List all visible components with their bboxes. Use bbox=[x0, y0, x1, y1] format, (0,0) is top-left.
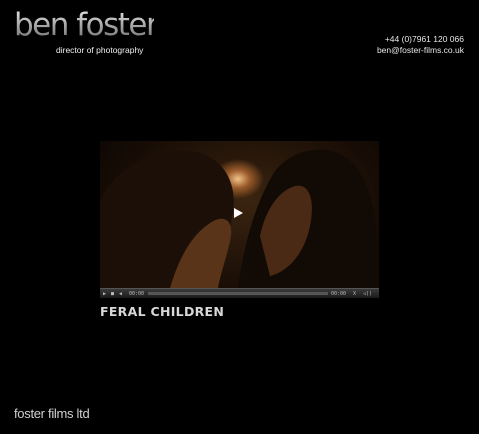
volume-icon[interactable]: ◁)) bbox=[363, 291, 372, 297]
play-overlay-icon[interactable] bbox=[234, 208, 243, 218]
video-player[interactable]: ▶ ■ ◀ 00:00 00:00 X ◁)) bbox=[100, 141, 379, 298]
logo[interactable]: ben foster director of photography bbox=[14, 7, 159, 55]
email-link[interactable]: ben@foster-films.co.uk bbox=[377, 45, 464, 56]
fullscreen-icon[interactable]: X bbox=[353, 291, 356, 297]
player-controls: ▶ ■ ◀ 00:00 00:00 X ◁)) bbox=[100, 288, 379, 298]
video-frame[interactable] bbox=[100, 141, 379, 288]
logo-tagline: director of photography bbox=[56, 45, 144, 55]
contact-info: +44 (0)7961 120 066 ben@foster-films.co.… bbox=[377, 34, 464, 56]
rewind-icon[interactable]: ◀ bbox=[119, 291, 122, 297]
logo-wordmark: ben foster bbox=[14, 7, 159, 43]
current-time: 00:00 bbox=[129, 291, 145, 297]
stop-icon[interactable]: ■ bbox=[111, 291, 114, 297]
footer-company: foster films ltd bbox=[14, 406, 90, 421]
video-title: FERAL CHILDREN bbox=[100, 304, 225, 319]
progress-track[interactable] bbox=[148, 292, 328, 295]
total-time: 00:00 bbox=[331, 291, 347, 297]
play-icon[interactable]: ▶ bbox=[103, 291, 106, 297]
phone-number: +44 (0)7961 120 066 bbox=[384, 34, 464, 44]
